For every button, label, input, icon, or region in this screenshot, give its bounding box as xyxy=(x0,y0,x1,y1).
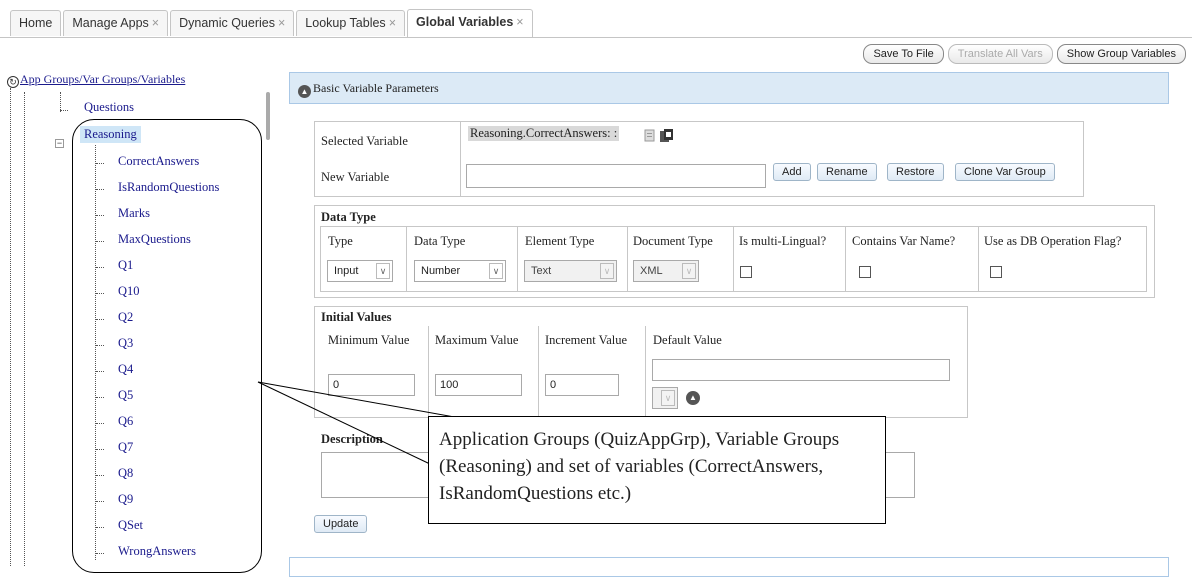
annotation-callout: Application Groups (QuizAppGrp), Variabl… xyxy=(428,416,886,524)
